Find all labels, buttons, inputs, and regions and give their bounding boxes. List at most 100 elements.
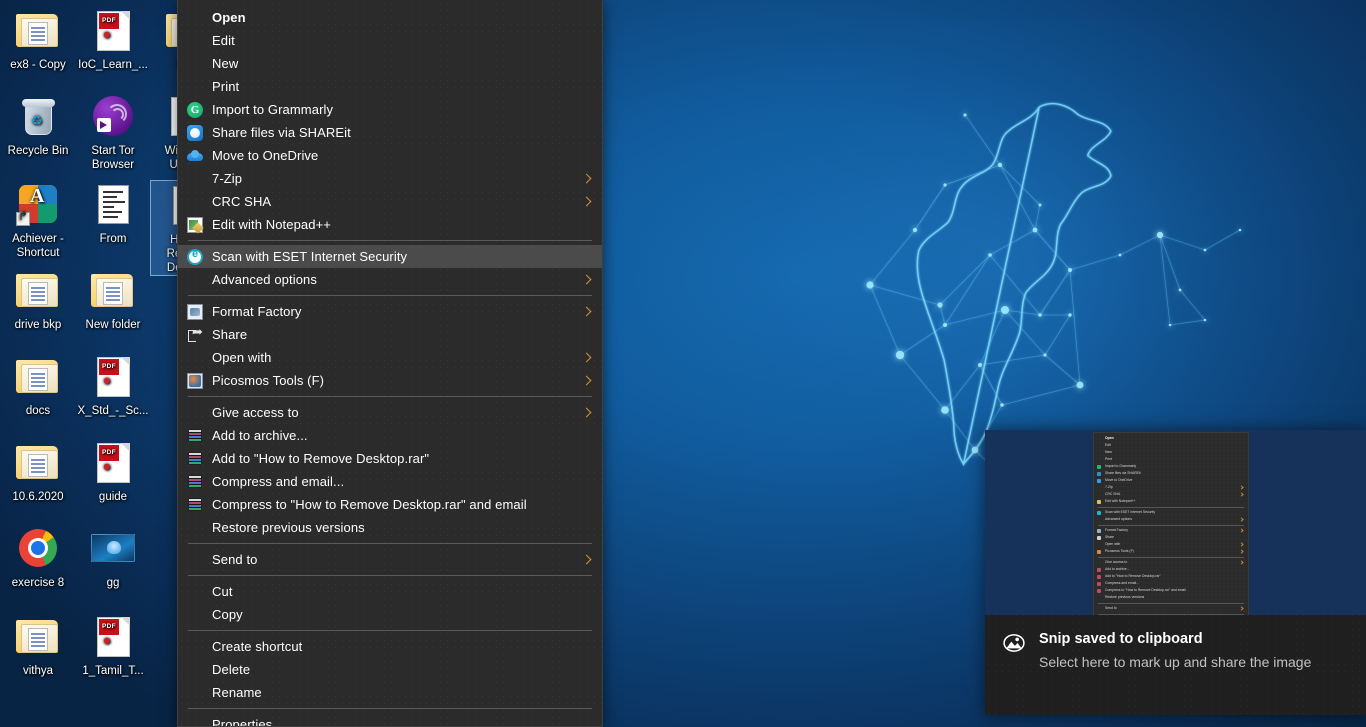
thumbnail-separator [1098,506,1244,508]
menu-separator [188,575,592,576]
context-menu-item[interactable]: Restore previous versions [178,516,602,539]
context-menu-item-label: CRC SHA [212,194,272,209]
context-menu-item[interactable]: Edit with Notepad++ [178,213,602,236]
shortcut-arrow-icon [16,212,30,226]
context-menu-item[interactable]: Cut [178,580,602,603]
thumbnail-item-icon [1097,464,1101,469]
context-menu-item-label: Import to Grammarly [212,102,334,117]
desktop-icon-label: ex8 - Copy [10,59,66,71]
thumbnail-item-label: Format Factory [1105,528,1128,532]
desktop-icon[interactable]: 10.6.2020 [0,438,76,504]
desktop-icon[interactable]: PDF • guide [75,438,151,504]
thumbnail-menu-item: Give access to [1094,559,1248,566]
grammarly-icon: G [187,101,203,118]
context-menu-item[interactable]: Format Factory [178,300,602,323]
context-menu-item[interactable]: Edit [178,29,602,52]
context-menu-item[interactable]: Create shortcut [178,635,602,658]
context-menu-item[interactable]: CRC SHA [178,190,602,213]
chevron-right-icon [582,173,591,185]
thumbnail-separator [1098,524,1244,526]
thumbnail-item-icon [1097,499,1101,504]
desktop-icon[interactable]: AAchiever - Shortcut [0,180,76,260]
thumbnail-item-label: 7-Zip [1105,485,1113,489]
thumbnail-item-label: Restore previous versions [1105,595,1145,599]
chevron-right-icon [582,196,591,208]
context-menu-item[interactable]: Open with [178,346,602,369]
thumbnail-menu-item: Format Factory [1094,527,1248,534]
context-menu-item-label: Edit with Notepad++ [212,217,331,232]
thumbnail-chevron-icon [1239,542,1244,547]
snip-subtitle[interactable]: Select here to mark up and share the ima… [1039,652,1339,673]
context-menu-item[interactable]: Compress and email... [178,470,602,493]
desktop-icon-label: Achiever - Shortcut [12,233,64,259]
thumbnail-item-icon [1097,535,1101,540]
snip-notification-body[interactable]: Snip saved to clipboard Select here to m… [985,616,1366,715]
context-menu-item[interactable]: Send to [178,548,602,571]
desktop-icon[interactable]: PDF • X_Std_-_Sc... [75,352,151,418]
context-menu-item[interactable]: Add to "How to Remove Desktop.rar" [178,447,602,470]
desktop-icon-label: Start Tor Browser [91,145,135,171]
context-menu-item[interactable]: Compress to "How to Remove Desktop.rar" … [178,493,602,516]
desktop-icon[interactable]: drive bkp [0,266,76,332]
context-menu-item[interactable]: Print [178,75,602,98]
desktop-icon[interactable]: From [75,180,151,246]
context-menu-item[interactable]: Rename [178,681,602,704]
thumbnail-item-label: Give access to [1105,560,1128,564]
thumbnail-menu-item: Compress to "How to Remove Desktop.rar" … [1094,587,1248,594]
context-menu-item[interactable]: Add to archive... [178,424,602,447]
context-menu-item[interactable]: Give access to [178,401,602,424]
share-icon [187,324,203,343]
context-menu-item[interactable]: Picosmos Tools (F) [178,369,602,392]
file-context-menu[interactable]: Open Edit New Print G Import to Grammarly Shar… [177,0,603,727]
desktop-icon[interactable]: PDF • IoC_Learn_... [75,6,151,72]
winrar-icon [187,428,203,444]
context-menu-item[interactable]: G Import to Grammarly [178,98,602,121]
desktop-icon-label: guide [98,491,128,503]
thumbnail-menu-item: 7-Zip [1094,484,1248,491]
format-factory-icon [187,303,203,320]
context-menu-item[interactable]: Delete [178,658,602,681]
desktop-icon[interactable]: ex8 - Copy [0,6,76,72]
desktop-icon[interactable]: New folder [75,266,151,332]
context-menu-item[interactable]: Share [178,323,602,346]
thumbnail-item-label: Send to [1105,606,1117,610]
thumbnail-item-label: New [1105,450,1112,454]
thumbnail-menu-item: Edit [1094,442,1248,449]
context-menu-item[interactable]: Properties [178,713,602,726]
chevron-right-icon [582,306,591,318]
context-menu-item[interactable]: Share files via SHAREit [178,121,602,144]
snip-text-block: Snip saved to clipboard Select here to m… [1039,630,1348,673]
desktop-icon[interactable]: ♻ Recycle Bin [0,92,76,158]
desktop-icon[interactable]: docs [0,352,76,418]
desktop[interactable]: ex8 - Copy PDF• IoC_Learn_... New ♻ Recycle B… [0,0,1366,727]
context-menu-item-label: Picosmos Tools (F) [212,373,325,388]
desktop-icon[interactable]: vithya [0,612,76,678]
desktop-icon[interactable]: exercise 8 [0,524,76,590]
context-menu-item[interactable]: Scan with ESET Internet Security [178,245,602,268]
eset-icon [187,248,203,265]
context-menu-item[interactable]: 7-Zip [178,167,602,190]
desktop-icon[interactable]: PDF • 1_Tamil_T... [75,612,151,678]
context-menu-item[interactable]: Copy [178,603,602,626]
thumbnail-menu-item: Compress and email... [1094,580,1248,587]
thumbnail-chevron-icon [1239,485,1244,490]
desktop-icon[interactable]: Start Tor Browser [75,92,151,172]
thumbnail-item-icon [1097,510,1101,515]
context-menu-item[interactable]: Open [178,6,602,29]
context-menu-item[interactable]: Advanced options [178,268,602,291]
context-menu-item[interactable]: New [178,52,602,75]
thumbnail-item-icon [1097,567,1101,572]
thumbnail-item-label: Share files via SHAREit [1105,471,1141,475]
chrome-icon [19,529,57,567]
thumbnail-item-label: Import to Grammarly [1105,464,1137,468]
thumbnail-item-label: Picosmos Tools (F) [1105,549,1134,553]
context-menu-item[interactable]: Move to OneDrive [178,144,602,167]
desktop-icon[interactable]: gg [75,524,151,590]
thumbnail-separator [1098,556,1244,558]
context-menu-item-label: Send to [212,552,258,567]
context-menu-item-label: Advanced options [212,272,317,287]
thumbnail-menu-item: Share [1094,534,1248,541]
snip-notification[interactable]: Open Edit New Print Import to Grammarly Share… [985,430,1366,715]
thumbnail-item-label: Add to "How to Remove Desktop.rar" [1105,574,1161,578]
thumbnail-item-icon [1097,581,1101,586]
